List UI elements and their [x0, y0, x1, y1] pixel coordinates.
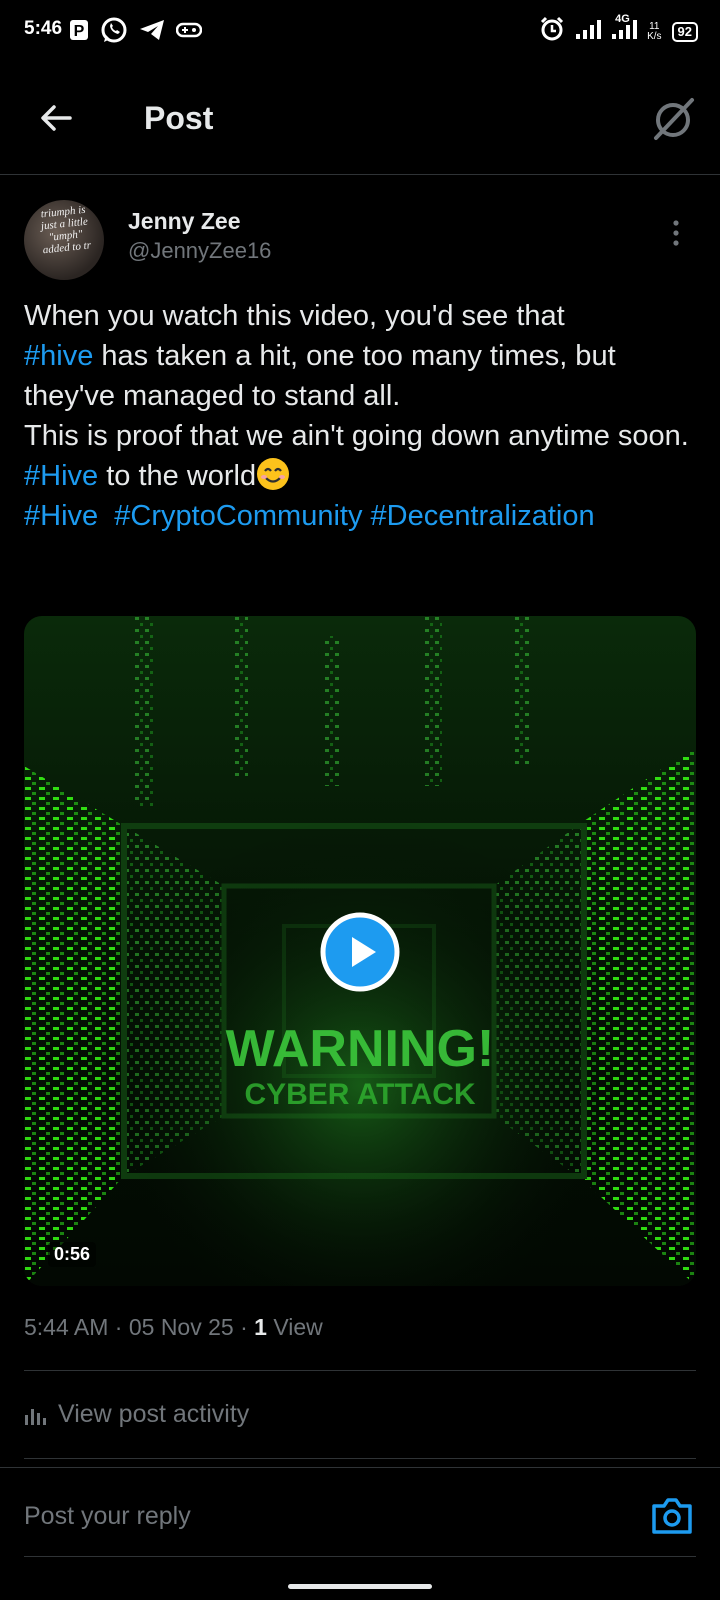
signal-4g-icon: 4G	[611, 14, 638, 45]
avatar-text: triumph is just a little "umph" added to…	[28, 202, 103, 257]
net-speed-unit: K/s	[647, 30, 662, 42]
network-type-label: 4G	[615, 13, 630, 25]
post-text-line: to the world	[98, 460, 257, 492]
reply-input[interactable]: Post your reply	[24, 1502, 191, 1531]
parking-icon: P	[68, 18, 90, 47]
post-text-line: When you watch this video, you'd see tha…	[24, 300, 565, 332]
activity-label: View post activity	[58, 1400, 250, 1428]
hashtag-link[interactable]: #Hive	[24, 460, 98, 492]
hashtag-link[interactable]: #Hive	[24, 500, 98, 532]
divider	[0, 1467, 720, 1468]
video-duration: 0:56	[48, 1242, 97, 1267]
divider	[24, 1370, 696, 1371]
whatsapp-icon	[100, 16, 128, 49]
hashtag-link[interactable]: #CryptoCommunity	[114, 500, 362, 532]
post-text-line: has taken a hit, one too many times, but…	[24, 340, 616, 412]
more-vertical-icon	[673, 220, 679, 246]
play-button[interactable]	[320, 912, 400, 992]
play-icon	[320, 912, 400, 992]
page-title: Post	[144, 100, 214, 136]
telegram-icon	[138, 18, 166, 47]
author-name[interactable]: Jenny Zee	[128, 208, 241, 235]
post-date: 05 Nov 25	[128, 1314, 234, 1340]
meta-separator: ·	[114, 1314, 123, 1340]
hashtag-link[interactable]: #Decentralization	[371, 500, 595, 532]
meta-separator: ·	[240, 1314, 248, 1340]
home-indicator[interactable]	[288, 1584, 432, 1589]
post-text-line: This is proof that we ain't going down a…	[24, 420, 689, 452]
author-handle[interactable]: @JennyZee16	[128, 238, 271, 264]
view-post-activity-button[interactable]: View post activity	[24, 1400, 249, 1429]
grok-button[interactable]	[650, 96, 696, 142]
alarm-icon	[539, 16, 565, 47]
views-count: 1	[254, 1314, 267, 1340]
camera-icon	[652, 1498, 692, 1534]
grok-icon	[654, 98, 694, 140]
video-overlay-subtitle: CYBER ATTACK	[244, 1078, 475, 1111]
status-right-icons: 4G 11 K/s 92	[539, 14, 698, 47]
status-left-icons: P	[68, 16, 203, 49]
views-label: View	[273, 1314, 323, 1340]
divider	[24, 1556, 696, 1557]
divider	[24, 1458, 696, 1459]
signal-icon	[575, 18, 602, 45]
post-text: When you watch this video, you'd see tha…	[24, 296, 704, 536]
net-speed-value: 11	[649, 20, 660, 32]
smiling-face-emoji-icon	[257, 458, 290, 490]
status-time: 5:46	[24, 18, 63, 39]
avatar[interactable]: triumph is just a little "umph" added to…	[24, 200, 104, 280]
svg-text:P: P	[74, 23, 85, 40]
net-speed: 11 K/s	[647, 20, 662, 42]
battery-icon: 92	[671, 21, 698, 42]
video-overlay-title: WARNING!	[226, 1020, 495, 1078]
gamepad-icon	[175, 21, 203, 44]
post-time: 5:44 AM	[24, 1314, 109, 1340]
camera-button[interactable]	[650, 1496, 694, 1536]
bar-chart-icon	[25, 1408, 46, 1425]
more-options-button[interactable]	[672, 220, 680, 246]
post-meta: 5:44 AM · 05 Nov 25 · 1 View	[24, 1314, 323, 1341]
hashtag-link[interactable]: #hive	[24, 340, 93, 372]
top-bar	[0, 64, 720, 175]
back-button[interactable]	[36, 98, 76, 138]
arrow-left-icon	[41, 105, 72, 131]
